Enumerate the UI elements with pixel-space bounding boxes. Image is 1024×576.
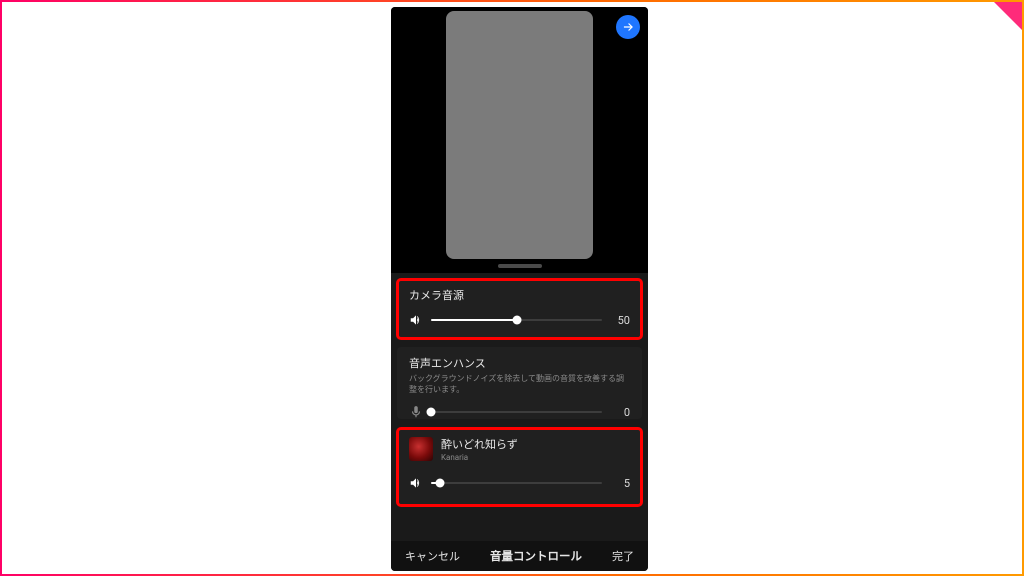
camera-audio-slider[interactable]	[431, 313, 602, 327]
bottom-toolbar: キャンセル 音量コントロール 完了	[391, 541, 648, 571]
cancel-button[interactable]: キャンセル	[405, 548, 460, 564]
volume-icon	[409, 476, 423, 490]
voice-enhance-value: 0	[610, 406, 630, 419]
phone-frame: カメラ音源 50 音声エンハンス バックグラウンドノイズを除去して動画の音質を改…	[391, 7, 648, 571]
music-audio-slider[interactable]	[431, 476, 602, 490]
video-preview[interactable]	[446, 11, 593, 259]
done-button[interactable]: 完了	[612, 548, 634, 564]
next-button[interactable]	[616, 15, 640, 39]
sheet-grabber[interactable]	[498, 264, 542, 268]
mic-sparkle-icon	[409, 405, 423, 419]
voice-enhance-panel: 音声エンハンス バックグラウンドノイズを除去して動画の音質を改善する調整を行いま…	[397, 347, 642, 419]
music-audio-panel: 酔いどれ知らず Kanaria 5	[397, 428, 642, 506]
decorative-corner	[994, 2, 1022, 30]
music-title: 酔いどれ知らず	[441, 436, 518, 452]
video-preview-area	[391, 7, 648, 283]
voice-enhance-slider[interactable]	[431, 405, 602, 419]
sheet-title: 音量コントロール	[490, 548, 582, 564]
music-cover	[409, 437, 433, 461]
arrow-right-icon	[621, 20, 635, 34]
camera-audio-value: 50	[610, 314, 630, 327]
music-audio-value: 5	[610, 477, 630, 490]
voice-enhance-desc: バックグラウンドノイズを除去して動画の音質を改善する調整を行います。	[409, 373, 630, 395]
voice-enhance-title: 音声エンハンス	[409, 355, 630, 371]
music-artist: Kanaria	[441, 453, 518, 462]
camera-audio-title: カメラ音源	[409, 287, 630, 303]
camera-audio-panel: カメラ音源 50	[397, 279, 642, 339]
volume-icon	[409, 313, 423, 327]
volume-sheet: カメラ音源 50 音声エンハンス バックグラウンドノイズを除去して動画の音質を改…	[391, 273, 648, 541]
